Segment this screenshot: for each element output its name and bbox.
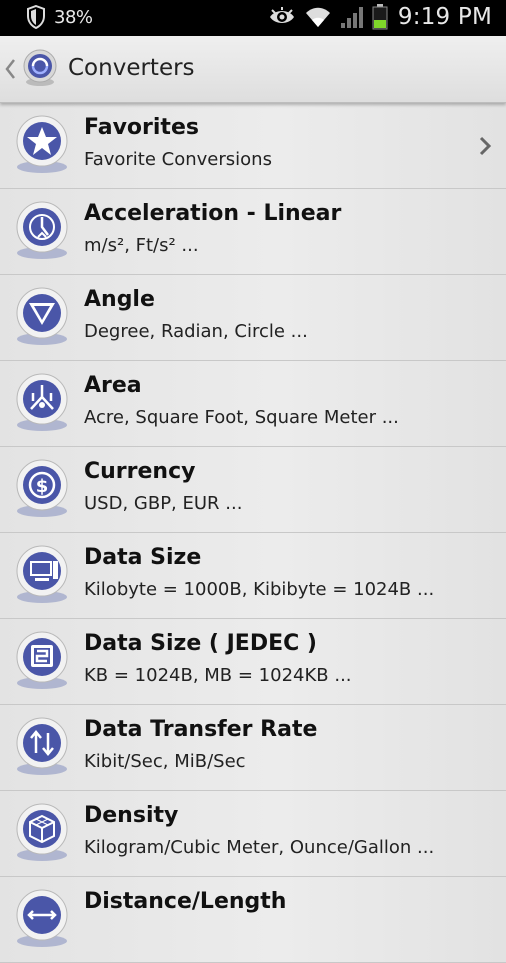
list-item-data-transfer-rate[interactable]: Data Transfer Rate Kibit/Sec, MiB/Sec bbox=[0, 705, 506, 791]
list-item-title: Data Size bbox=[84, 545, 202, 570]
list-item-subtitle: KB = 1024B, MB = 1024KB ... bbox=[84, 665, 352, 686]
cube-icon bbox=[13, 801, 71, 863]
signal-icon bbox=[340, 5, 364, 29]
angle-icon bbox=[13, 285, 71, 347]
svg-text:$: $ bbox=[36, 476, 49, 497]
list-item-title: Distance/Length bbox=[84, 889, 287, 914]
list-item-subtitle: Degree, Radian, Circle ... bbox=[84, 321, 308, 342]
list-item-title: Favorites bbox=[84, 115, 199, 140]
list-item-subtitle: m/s², Ft/s² ... bbox=[84, 235, 199, 256]
status-right: 9:19 PM bbox=[260, 4, 492, 30]
app-logo-icon[interactable] bbox=[22, 48, 58, 88]
list-item-currency[interactable]: $ Currency USD, GBP, EUR ... bbox=[0, 447, 506, 533]
list-item-subtitle: Kibit/Sec, MiB/Sec bbox=[84, 751, 246, 772]
list-item-data-size-jedec[interactable]: Data Size ( JEDEC ) KB = 1024B, MB = 102… bbox=[0, 619, 506, 705]
page-title: Converters bbox=[68, 55, 195, 81]
distance-icon bbox=[13, 887, 71, 949]
battery-percent-text: 38% bbox=[54, 6, 93, 28]
list-item-title: Angle bbox=[84, 287, 155, 312]
list-item-subtitle: Favorite Conversions bbox=[84, 149, 272, 170]
list-item-favorites[interactable]: Favorites Favorite Conversions bbox=[0, 103, 506, 189]
list-item-title: Data Transfer Rate bbox=[84, 717, 318, 742]
list-item-distance-length[interactable]: Distance/Length bbox=[0, 877, 506, 963]
area-icon bbox=[13, 371, 71, 433]
list-item-subtitle: USD, GBP, EUR ... bbox=[84, 493, 243, 514]
list-item-data-size[interactable]: Data Size Kilobyte = 1000B, Kibibyte = 1… bbox=[0, 533, 506, 619]
list-item-subtitle: Kilogram/Cubic Meter, Ounce/Gallon ... bbox=[84, 837, 435, 858]
list-item-acceleration[interactable]: Acceleration - Linear m/s², Ft/s² ... bbox=[0, 189, 506, 275]
wifi-icon bbox=[304, 5, 332, 29]
eye-icon bbox=[268, 7, 296, 27]
status-left: 38% bbox=[18, 5, 93, 29]
list-item-angle[interactable]: Angle Degree, Radian, Circle ... bbox=[0, 275, 506, 361]
currency-icon: $ bbox=[13, 457, 71, 519]
list-item-subtitle: Kilobyte = 1000B, Kibibyte = 1024B ... bbox=[84, 579, 435, 600]
computer-icon bbox=[13, 543, 71, 605]
list-item-title: Acceleration - Linear bbox=[84, 201, 342, 226]
list-item-title: Area bbox=[84, 373, 142, 398]
battery-icon bbox=[372, 4, 388, 30]
status-bar: 38% 9:19 PM bbox=[0, 0, 506, 36]
converter-list: Favorites Favorite Conversions Accelerat… bbox=[0, 103, 506, 963]
list-item-density[interactable]: Density Kilogram/Cubic Meter, Ounce/Gall… bbox=[0, 791, 506, 877]
chevron-right-icon bbox=[478, 135, 492, 161]
list-item-title: Density bbox=[84, 803, 179, 828]
title-bar: Converters bbox=[0, 36, 506, 103]
star-icon bbox=[13, 113, 71, 175]
acceleration-icon bbox=[13, 199, 71, 261]
back-chevron-icon[interactable] bbox=[4, 58, 16, 84]
list-item-title: Data Size ( JEDEC ) bbox=[84, 631, 317, 656]
list-item-area[interactable]: Area Acre, Square Foot, Square Meter ... bbox=[0, 361, 506, 447]
status-time: 9:19 PM bbox=[397, 4, 492, 30]
list-item-subtitle: Acre, Square Foot, Square Meter ... bbox=[84, 407, 399, 428]
transfer-icon bbox=[13, 715, 71, 777]
shield-icon bbox=[26, 5, 46, 29]
list-item-title: Currency bbox=[84, 459, 196, 484]
jedec-icon bbox=[13, 629, 71, 691]
